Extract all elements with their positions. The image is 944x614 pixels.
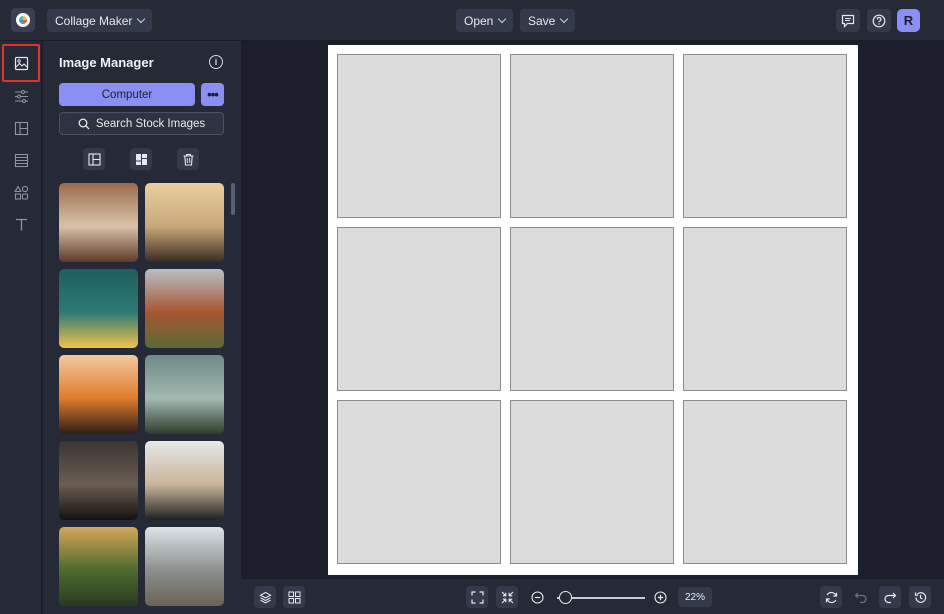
layers-icon: [258, 591, 272, 604]
rail-text[interactable]: [7, 210, 35, 238]
more-options-button[interactable]: •••: [201, 83, 224, 106]
backgrounds-icon: [14, 153, 28, 167]
redo-button[interactable]: [879, 586, 901, 608]
chevron-down-icon: [498, 14, 507, 24]
zoom-in-icon: [653, 590, 667, 604]
fill-layout-icon: [87, 152, 101, 166]
redo-icon: [884, 592, 897, 603]
shrink-icon: [501, 591, 513, 603]
search-stock-images-button[interactable]: Search Stock Images: [59, 112, 224, 135]
auto-fill-button[interactable]: [83, 148, 105, 170]
comments-button[interactable]: [836, 9, 860, 32]
layouts-icon: [14, 121, 28, 135]
comment-icon: [841, 14, 855, 28]
image-thumbnail[interactable]: [59, 527, 138, 606]
rail-layouts[interactable]: [7, 114, 35, 142]
user-avatar[interactable]: R: [897, 9, 920, 32]
history-icon: [914, 591, 926, 603]
collage-cell[interactable]: [683, 400, 847, 564]
image-thumbnail[interactable]: [145, 441, 224, 520]
zoom-slider-handle[interactable]: [559, 591, 572, 604]
chevron-down-icon: [137, 14, 146, 24]
undo-button[interactable]: [850, 586, 872, 608]
panel-scrollbar[interactable]: [231, 183, 235, 215]
open-label: Open: [464, 13, 494, 28]
collage-cell[interactable]: [337, 54, 501, 218]
trash-icon: [183, 153, 193, 166]
fit-screen-button[interactable]: [466, 586, 488, 608]
canvas-area: [241, 41, 944, 578]
rail-image-manager[interactable]: [2, 44, 40, 82]
help-button[interactable]: [867, 9, 891, 32]
image-thumbnail[interactable]: [145, 183, 224, 262]
image-thumbnail[interactable]: [145, 527, 224, 606]
collage-page[interactable]: [328, 45, 858, 575]
graphics-icon: [13, 184, 28, 200]
expand-icon: [470, 590, 484, 604]
zoom-level[interactable]: 22%: [678, 587, 712, 607]
image-thumbnail[interactable]: [59, 441, 138, 520]
image-thumbnail[interactable]: [59, 355, 138, 434]
delete-images-button[interactable]: [177, 148, 199, 170]
image-manager-icon: [14, 56, 28, 70]
image-thumbnail[interactable]: [59, 183, 138, 262]
save-label: Save: [528, 13, 556, 28]
collage-cell[interactable]: [510, 54, 674, 218]
undo-icon: [854, 592, 867, 603]
rail-graphics[interactable]: [7, 178, 35, 206]
image-thumbnail[interactable]: [59, 269, 138, 348]
app-menu-button[interactable]: Collage Maker: [47, 9, 153, 32]
collage-cell[interactable]: [510, 227, 674, 391]
collage-cell[interactable]: [337, 400, 501, 564]
layers-button[interactable]: [254, 586, 276, 608]
grid-layout-button[interactable]: [130, 148, 152, 170]
bottom-bar: 22%: [241, 578, 944, 614]
open-button[interactable]: Open: [456, 9, 514, 32]
grid-icon: [135, 153, 147, 165]
panel-title: Image Manager: [59, 55, 154, 70]
history-button[interactable]: [909, 586, 931, 608]
collage-cell[interactable]: [683, 227, 847, 391]
zoom-out-button[interactable]: [526, 586, 548, 608]
top-bar: Collage Maker Open Save R: [0, 0, 944, 41]
zoom-in-button[interactable]: [649, 586, 671, 608]
refresh-button[interactable]: [820, 586, 842, 608]
image-manager-panel: Image Manager i Computer ••• Search Stoc…: [43, 41, 241, 614]
zoom-out-icon: [530, 590, 544, 604]
help-icon: [872, 14, 886, 27]
actual-size-button[interactable]: [496, 586, 518, 608]
image-thumbnail[interactable]: [145, 269, 224, 348]
rail-backgrounds[interactable]: [7, 146, 35, 174]
grid-view-icon: [288, 591, 300, 603]
refresh-icon: [825, 591, 837, 603]
info-icon[interactable]: i: [209, 55, 223, 69]
collage-cell[interactable]: [510, 400, 674, 564]
app-menu-label: Collage Maker: [55, 13, 133, 28]
collage-cell[interactable]: [683, 54, 847, 218]
grid-view-button[interactable]: [283, 586, 305, 608]
search-stock-label: Search Stock Images: [95, 117, 206, 130]
adjustments-icon: [14, 89, 28, 103]
collage-cell[interactable]: [337, 227, 501, 391]
text-icon: [15, 218, 27, 230]
computer-upload-button[interactable]: Computer: [59, 83, 195, 106]
app-logo[interactable]: [11, 8, 35, 32]
rail-adjustments[interactable]: [7, 82, 35, 110]
image-thumbnail[interactable]: [145, 355, 224, 434]
search-icon: [78, 118, 90, 129]
save-button[interactable]: Save: [520, 9, 576, 32]
chevron-down-icon: [560, 14, 569, 24]
tool-rail: [0, 41, 42, 614]
